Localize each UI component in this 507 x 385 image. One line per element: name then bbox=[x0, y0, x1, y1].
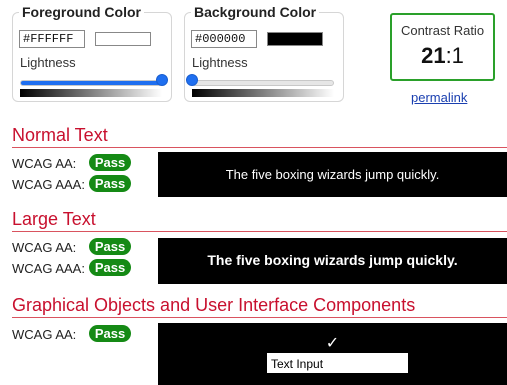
background-lightness-thumb[interactable] bbox=[186, 74, 198, 86]
large-aa-label: WCAG AA: bbox=[12, 240, 77, 255]
permalink-link[interactable]: permalink bbox=[411, 90, 467, 105]
foreground-lightness-thumb[interactable] bbox=[156, 74, 168, 86]
normal-aa-pass-badge: Pass bbox=[89, 154, 131, 171]
background-color-legend: Background Color bbox=[191, 4, 320, 20]
background-color-panel: Background Color Lightness bbox=[184, 4, 344, 102]
foreground-color-legend: Foreground Color bbox=[19, 4, 144, 20]
background-color-swatch[interactable] bbox=[267, 32, 323, 46]
contrast-ratio-value: 21:1 bbox=[392, 43, 493, 69]
large-aa-pass-badge: Pass bbox=[89, 238, 131, 255]
normal-aa-label: WCAG AA: bbox=[12, 156, 77, 171]
contrast-ratio-main: 21 bbox=[421, 43, 446, 68]
contrast-ratio-suffix: :1 bbox=[445, 43, 464, 68]
graphical-aa-label: WCAG AA: bbox=[12, 327, 77, 342]
normal-text-preview: The five boxing wizards jump quickly. bbox=[158, 152, 507, 197]
large-text-preview: The five boxing wizards jump quickly. bbox=[158, 238, 507, 284]
normal-aaa-pass-badge: Pass bbox=[89, 175, 131, 192]
foreground-color-swatch[interactable] bbox=[95, 32, 151, 46]
contrast-ratio-box: Contrast Ratio 21:1 bbox=[390, 13, 495, 81]
background-lightness-slider[interactable] bbox=[192, 80, 334, 86]
foreground-lightness-slider[interactable] bbox=[20, 80, 162, 86]
foreground-color-panel: Foreground Color Lightness bbox=[12, 4, 172, 102]
normal-text-sample: The five boxing wizards jump quickly. bbox=[225, 167, 440, 182]
foreground-hex-input[interactable] bbox=[19, 30, 85, 48]
normal-text-heading: Normal Text bbox=[12, 124, 507, 148]
large-text-sample: The five boxing wizards jump quickly. bbox=[207, 252, 458, 268]
background-lightness-label: Lightness bbox=[192, 55, 248, 70]
graphical-objects-heading: Graphical Objects and User Interface Com… bbox=[12, 294, 507, 318]
large-aaa-pass-badge: Pass bbox=[89, 259, 131, 276]
graphical-objects-preview: ✓ Text Input bbox=[158, 323, 507, 385]
check-icon[interactable]: ✓ bbox=[158, 333, 507, 353]
foreground-lightness-gradient bbox=[20, 89, 162, 97]
large-text-heading: Large Text bbox=[12, 208, 507, 232]
text-input-demo[interactable]: Text Input bbox=[267, 353, 408, 373]
background-lightness-gradient bbox=[192, 89, 334, 97]
foreground-lightness-label: Lightness bbox=[20, 55, 76, 70]
normal-aaa-label: WCAG AAA: bbox=[12, 177, 85, 192]
contrast-ratio-label: Contrast Ratio bbox=[400, 23, 485, 38]
graphical-aa-pass-badge: Pass bbox=[89, 325, 131, 342]
large-aaa-label: WCAG AAA: bbox=[12, 261, 85, 276]
background-hex-input[interactable] bbox=[191, 30, 257, 48]
